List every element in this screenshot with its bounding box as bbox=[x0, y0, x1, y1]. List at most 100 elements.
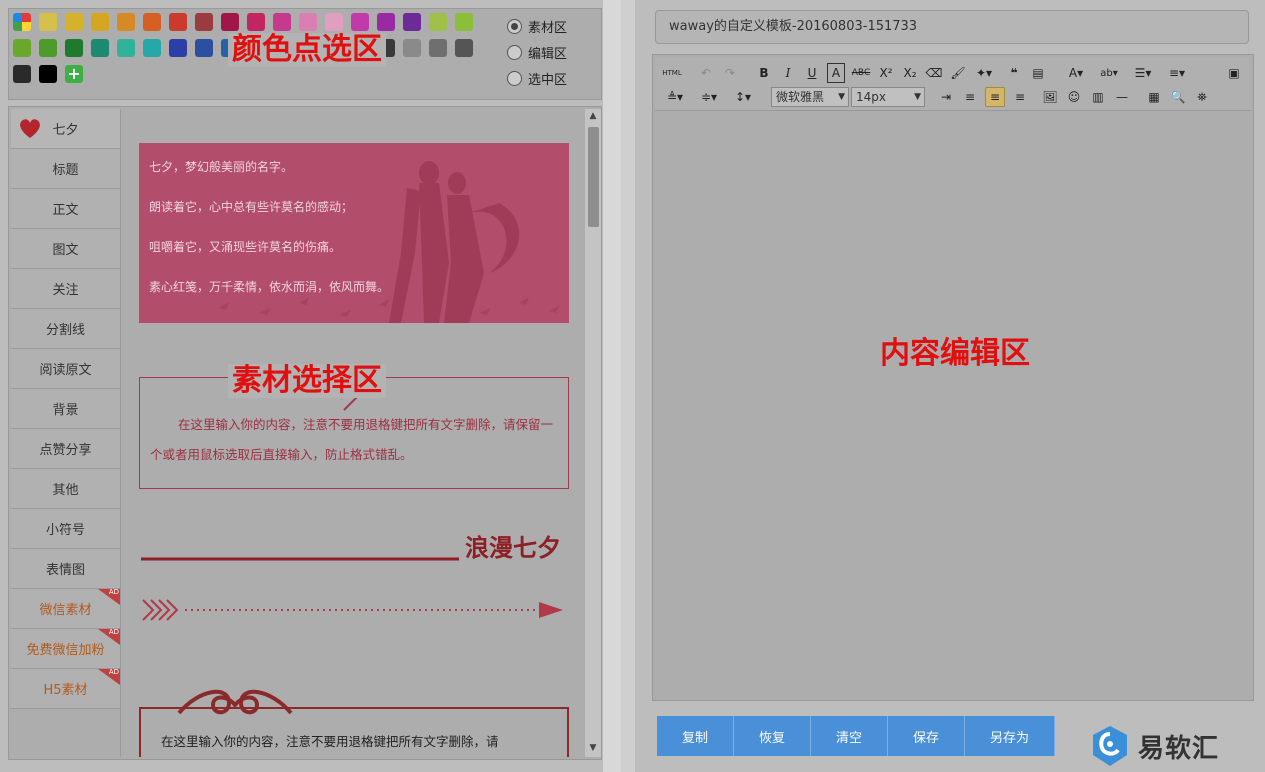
color-swatch[interactable] bbox=[65, 13, 83, 31]
bold-icon[interactable]: B bbox=[755, 63, 773, 83]
color-swatch[interactable] bbox=[91, 13, 109, 31]
scroll-down-icon[interactable]: ▼ bbox=[588, 743, 598, 753]
category-item[interactable]: 图文 bbox=[11, 229, 120, 269]
ordered-list-icon[interactable]: ☰▾ bbox=[1129, 63, 1157, 83]
highlight-color-icon[interactable]: ab▾ bbox=[1095, 63, 1123, 83]
category-item[interactable]: 其他 bbox=[11, 469, 120, 509]
blockquote-icon[interactable]: ❝ bbox=[1005, 63, 1023, 83]
color-swatch[interactable] bbox=[299, 39, 317, 57]
redo-icon[interactable]: ↷ bbox=[721, 63, 739, 83]
color-swatch[interactable] bbox=[169, 13, 187, 31]
indent-icon[interactable]: ⇥ bbox=[937, 87, 955, 107]
color-swatch[interactable] bbox=[247, 39, 265, 57]
action-button[interactable]: 另存为 bbox=[965, 716, 1055, 756]
align-right-icon[interactable]: ≡ bbox=[1011, 87, 1029, 107]
color-swatch[interactable] bbox=[195, 39, 213, 57]
category-item[interactable]: 背景 bbox=[11, 389, 120, 429]
video-icon[interactable]: ▥ bbox=[1089, 87, 1107, 107]
color-swatch[interactable] bbox=[377, 39, 395, 57]
material-scrollbar[interactable]: ▲ ▼ bbox=[585, 109, 601, 757]
align-center-icon[interactable]: ≡ bbox=[985, 87, 1005, 107]
emoji-icon[interactable]: ☺ bbox=[1065, 87, 1083, 107]
category-item[interactable]: 关注 bbox=[11, 269, 120, 309]
color-swatch[interactable] bbox=[351, 39, 369, 57]
radio-button[interactable] bbox=[507, 71, 522, 86]
category-item[interactable]: H5素材 AD bbox=[11, 668, 120, 709]
category-item[interactable]: 微信素材 AD bbox=[11, 588, 120, 629]
line-height-icon[interactable]: ↕▾ bbox=[729, 87, 757, 107]
template-title-input[interactable]: waway的自定义模板-20160803-151733 bbox=[655, 10, 1249, 44]
color-swatch[interactable] bbox=[273, 39, 291, 57]
ribbon-card[interactable]: 在这里输入你的内容，注意不要用退格键把所有文字删除，请 bbox=[139, 679, 569, 757]
category-item[interactable]: 免费微信加粉 AD bbox=[11, 628, 120, 669]
color-swatch[interactable] bbox=[221, 13, 239, 31]
italic-icon[interactable]: I bbox=[779, 63, 797, 83]
color-swatch[interactable] bbox=[247, 13, 265, 31]
paragraph-spacing-top-icon[interactable]: ≜▾ bbox=[661, 87, 689, 107]
unordered-list-icon[interactable]: ≡▾ bbox=[1163, 63, 1191, 83]
eraser-icon[interactable]: ⌫ bbox=[925, 63, 943, 83]
color-swatch[interactable] bbox=[13, 13, 31, 31]
action-button[interactable]: 保存 bbox=[888, 716, 965, 756]
color-swatch[interactable] bbox=[429, 39, 447, 57]
action-button[interactable]: 恢复 bbox=[734, 716, 811, 756]
color-swatch[interactable] bbox=[455, 39, 473, 57]
underline-icon[interactable]: U bbox=[803, 63, 821, 83]
color-swatch[interactable] bbox=[403, 13, 421, 31]
color-swatch[interactable] bbox=[39, 65, 57, 83]
font-family-select[interactable]: 微软雅黑 ▼ bbox=[771, 87, 849, 107]
table-icon[interactable]: ▦ bbox=[1145, 87, 1163, 107]
font-size-select[interactable]: 14px ▼ bbox=[851, 87, 925, 107]
subscript-icon[interactable]: X₂ bbox=[901, 63, 919, 83]
color-swatch[interactable] bbox=[325, 39, 343, 57]
paragraph-spacing-bottom-icon[interactable]: ≑▾ bbox=[695, 87, 723, 107]
color-swatch[interactable] bbox=[39, 39, 57, 57]
color-swatch[interactable] bbox=[455, 13, 473, 31]
add-color-button[interactable]: + bbox=[65, 65, 83, 83]
category-item[interactable]: 正文 bbox=[11, 189, 120, 229]
color-swatch[interactable] bbox=[65, 39, 83, 57]
action-button[interactable]: 复制 bbox=[657, 716, 734, 756]
undo-icon[interactable]: ↶ bbox=[697, 63, 715, 83]
font-color-icon[interactable]: A▾ bbox=[1063, 63, 1089, 83]
preview-icon[interactable]: ▣ bbox=[1225, 63, 1243, 83]
romance-divider[interactable]: 浪漫七夕 bbox=[139, 519, 569, 569]
color-swatch[interactable] bbox=[13, 65, 31, 83]
scroll-up-icon[interactable]: ▲ bbox=[588, 111, 598, 121]
area-mode-option[interactable]: 素材区 bbox=[507, 17, 567, 36]
area-mode-option[interactable]: 选中区 bbox=[507, 69, 567, 88]
color-swatch[interactable] bbox=[377, 13, 395, 31]
color-swatch[interactable] bbox=[273, 13, 291, 31]
color-swatch[interactable] bbox=[403, 39, 421, 57]
color-swatch[interactable] bbox=[117, 13, 135, 31]
color-swatch[interactable] bbox=[325, 13, 343, 31]
image-icon[interactable]: 🖼 bbox=[1041, 87, 1059, 107]
category-item[interactable]: 分割线 bbox=[11, 309, 120, 349]
format-brush-icon[interactable]: 🖌 bbox=[949, 63, 967, 83]
category-item[interactable]: 小符号 bbox=[11, 509, 120, 549]
category-item[interactable]: 点赞分享 bbox=[11, 429, 120, 469]
color-swatch[interactable] bbox=[429, 13, 447, 31]
action-button[interactable]: 清空 bbox=[811, 716, 888, 756]
color-swatch[interactable] bbox=[143, 39, 161, 57]
color-swatch[interactable] bbox=[169, 39, 187, 57]
align-left-icon[interactable]: ≡ bbox=[961, 87, 979, 107]
color-swatch[interactable] bbox=[13, 39, 31, 57]
arrow-divider[interactable] bbox=[139, 595, 569, 625]
category-item[interactable]: 表情图 bbox=[11, 549, 120, 589]
paste-text-icon[interactable]: ▤ bbox=[1029, 63, 1047, 83]
html-source-button[interactable]: HTML bbox=[661, 63, 683, 83]
color-swatch[interactable] bbox=[117, 39, 135, 57]
category-item[interactable]: 阅读原文 bbox=[11, 349, 120, 389]
color-swatch[interactable] bbox=[143, 13, 161, 31]
color-swatch[interactable] bbox=[195, 13, 213, 31]
color-swatch[interactable] bbox=[91, 39, 109, 57]
radio-button[interactable] bbox=[507, 45, 522, 60]
superscript-icon[interactable]: X² bbox=[877, 63, 895, 83]
category-item[interactable]: 七夕 bbox=[11, 109, 120, 149]
frame-text-card[interactable]: 在这里输入你的内容，注意不要用退格键把所有文字删除，请保留一个或者用鼠标选取后直… bbox=[139, 377, 569, 489]
radio-button[interactable] bbox=[507, 19, 522, 34]
edit-body[interactable] bbox=[655, 112, 1251, 698]
strikethrough-icon[interactable]: ABC bbox=[851, 63, 871, 83]
qixi-card[interactable]: 七夕，梦幻般美丽的名字。 朗读着它，心中总有些许莫名的感动； 咀嚼着它，又涌现些… bbox=[139, 143, 569, 323]
